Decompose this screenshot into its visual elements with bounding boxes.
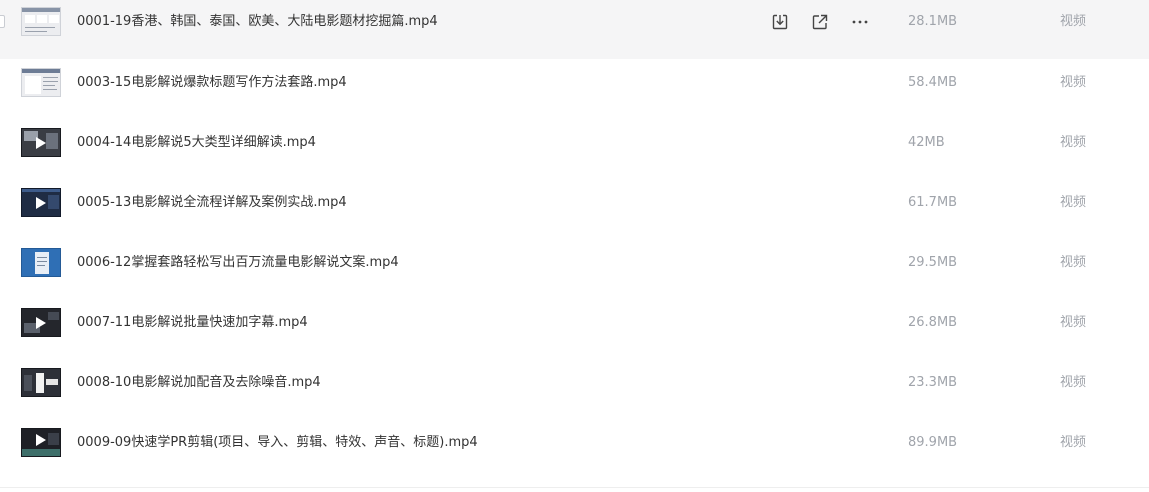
file-size: 61.7MB: [908, 195, 958, 210]
file-row[interactable]: 0009-09快速学PR剪辑(项目、导入、剪辑、特效、声音、标题).mp4 89…: [0, 420, 1149, 480]
file-type: 视频: [1060, 75, 1087, 90]
file-type: 视频: [1060, 195, 1087, 210]
file-size: 89.9MB: [908, 435, 958, 450]
file-name[interactable]: 0004-14电影解说5大类型详细解读.mp4: [77, 133, 316, 153]
download-icon[interactable]: [770, 12, 790, 32]
file-type: 视频: [1060, 375, 1087, 390]
file-row[interactable]: 0006-12掌握套路轻松写出百万流量电影解说文案.mp4 29.5MB 视频: [0, 240, 1149, 300]
file-name[interactable]: 0003-15电影解说爆款标题写作方法套路.mp4: [77, 73, 347, 93]
file-name[interactable]: 0001-19香港、韩国、泰国、欧美、大陆电影题材挖掘篇.mp4: [77, 12, 438, 32]
file-size: 29.5MB: [908, 255, 958, 270]
file-size: 42MB: [908, 135, 945, 150]
row-checkbox[interactable]: [0, 15, 5, 28]
file-name[interactable]: 0009-09快速学PR剪辑(项目、导入、剪辑、特效、声音、标题).mp4: [77, 433, 478, 453]
file-name[interactable]: 0007-11电影解说批量快速加字幕.mp4: [77, 313, 308, 333]
more-icon[interactable]: [850, 12, 870, 32]
file-name[interactable]: 0008-10电影解说加配音及去除噪音.mp4: [77, 373, 321, 393]
video-thumbnail: [21, 7, 61, 36]
file-row[interactable]: 0003-15电影解说爆款标题写作方法套路.mp4 58.4MB 视频: [0, 60, 1149, 120]
file-row[interactable]: 0004-14电影解说5大类型详细解读.mp4 42MB 视频: [0, 120, 1149, 180]
video-thumbnail: [21, 368, 61, 397]
file-row[interactable]: 0007-11电影解说批量快速加字幕.mp4 26.8MB 视频: [0, 300, 1149, 360]
video-thumbnail: [21, 248, 61, 277]
file-list: 0001-19香港、韩国、泰国、欧美、大陆电影题材挖掘篇.mp4 28.1MB …: [0, 0, 1149, 492]
file-type: 视频: [1060, 435, 1087, 450]
file-size: 23.3MB: [908, 375, 958, 390]
video-thumbnail: [21, 188, 61, 217]
file-type: 视频: [1060, 315, 1087, 330]
file-size: 28.1MB: [908, 14, 958, 29]
file-size: 58.4MB: [908, 75, 958, 90]
file-name[interactable]: 0005-13电影解说全流程详解及案例实战.mp4: [77, 193, 347, 213]
file-type: 视频: [1060, 255, 1087, 270]
file-type: 视频: [1060, 135, 1087, 150]
file-row[interactable]: 0001-19香港、韩国、泰国、欧美、大陆电影题材挖掘篇.mp4 28.1MB …: [0, 0, 1149, 59]
video-thumbnail: [21, 128, 61, 157]
video-thumbnail: [21, 428, 61, 457]
file-size: 26.8MB: [908, 315, 958, 330]
file-row[interactable]: 0005-13电影解说全流程详解及案例实战.mp4 61.7MB 视频: [0, 180, 1149, 240]
file-type: 视频: [1060, 14, 1087, 29]
video-thumbnail: [21, 68, 61, 97]
share-icon[interactable]: [810, 12, 830, 32]
file-name[interactable]: 0006-12掌握套路轻松写出百万流量电影解说文案.mp4: [77, 253, 399, 273]
video-thumbnail: [21, 308, 61, 337]
file-row[interactable]: 0008-10电影解说加配音及去除噪音.mp4 23.3MB 视频: [0, 360, 1149, 420]
list-divider: [0, 487, 1149, 488]
